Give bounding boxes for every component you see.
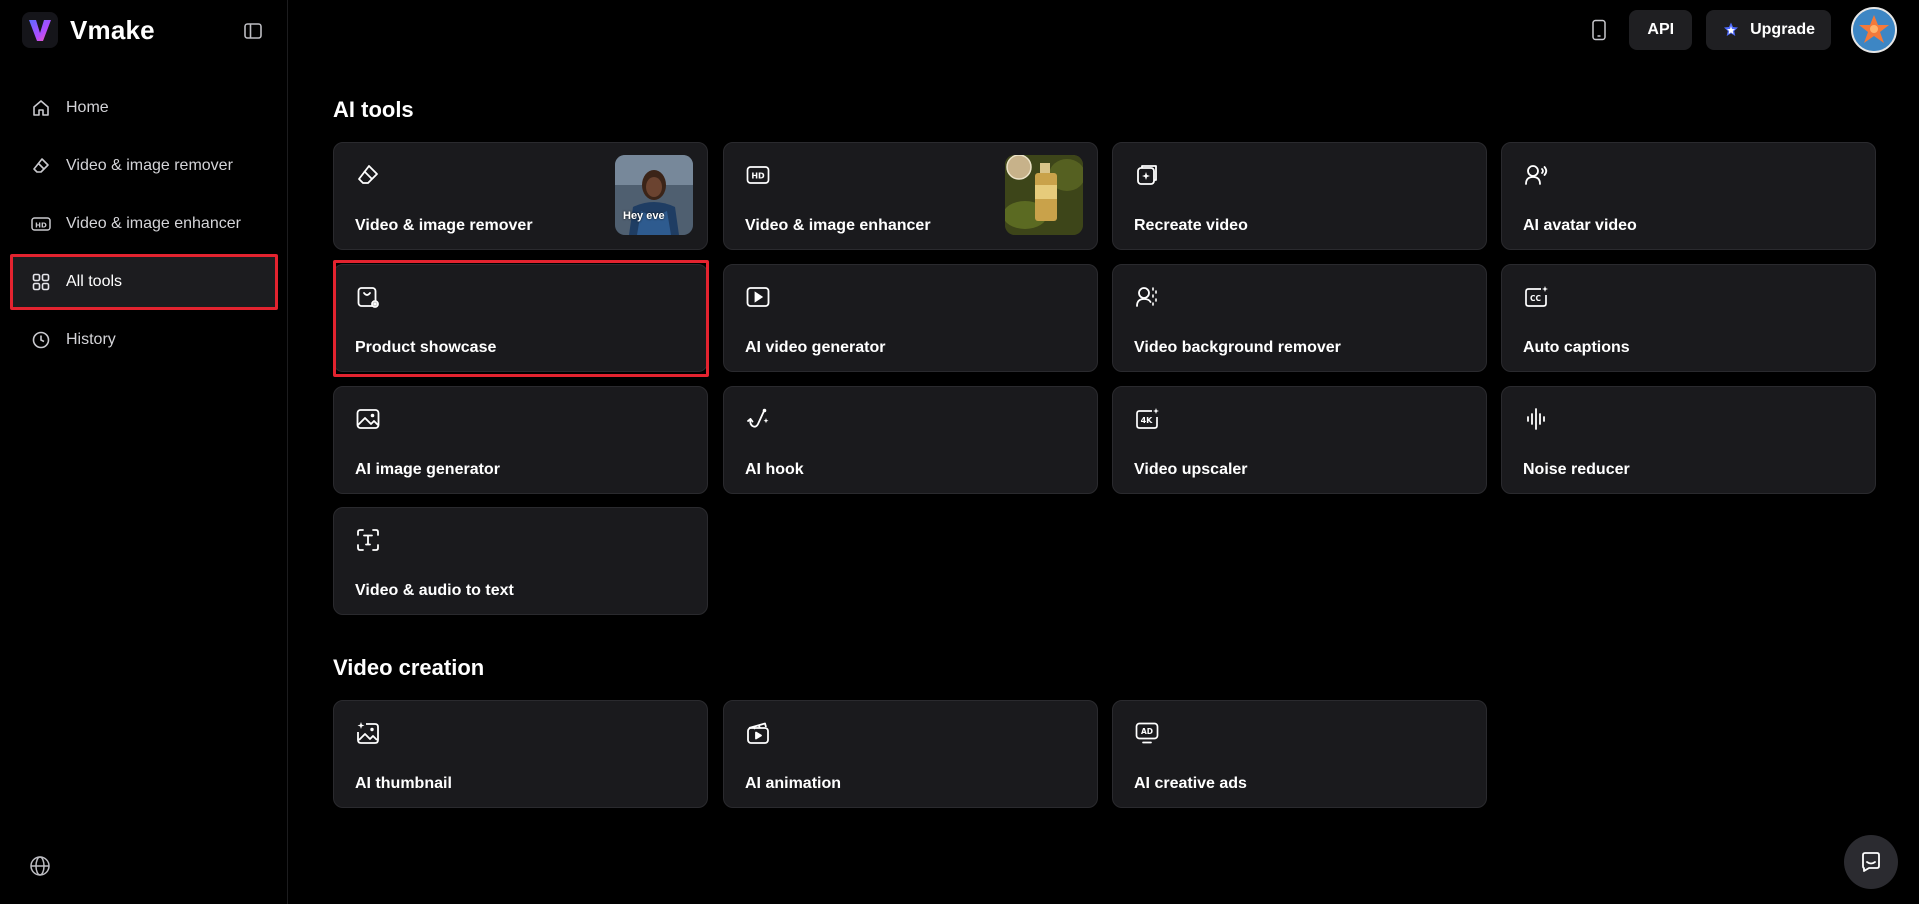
hd-icon: HD <box>744 161 772 189</box>
4k-icon: 4K <box>1133 405 1161 433</box>
tool-card-ai-thumbnail[interactable]: AI thumbnail <box>333 700 708 808</box>
tool-card-ai-avatar-video[interactable]: AI avatar video <box>1501 142 1876 250</box>
tool-card-video-upscaler[interactable]: 4K Video upscaler <box>1112 386 1487 494</box>
api-button[interactable]: API <box>1629 10 1693 50</box>
tool-card-label: AI hook <box>745 461 804 478</box>
sidebar: Vmake Home Video & image remover HD Vide… <box>0 0 288 904</box>
header-actions: API Upgrade <box>1579 7 1897 53</box>
grid-icon <box>30 271 52 293</box>
tool-card-ai-animation[interactable]: AI animation <box>723 700 1098 808</box>
hook-icon <box>744 405 772 433</box>
avatar[interactable] <box>1851 7 1897 53</box>
cc-icon: CC <box>1522 283 1550 311</box>
tool-card-video-background-remover[interactable]: Video background remover <box>1112 264 1487 372</box>
svg-text:HD: HD <box>35 221 47 229</box>
enhancer-preview-image <box>1005 155 1083 235</box>
eraser-icon <box>30 155 52 177</box>
svg-text:4K: 4K <box>1141 416 1154 425</box>
tool-card-product-showcase[interactable]: Product showcase <box>333 260 709 377</box>
upgrade-label: Upgrade <box>1750 21 1815 38</box>
vmake-logo <box>22 12 58 48</box>
upgrade-button[interactable]: Upgrade <box>1706 10 1831 50</box>
remover-preview-image: Hey eve <box>615 155 693 235</box>
upgrade-star-icon <box>1722 21 1740 39</box>
tool-card-label: AI creative ads <box>1134 775 1247 792</box>
tool-card-label: Auto captions <box>1523 339 1630 356</box>
sidebar-toggle-icon[interactable] <box>240 18 266 44</box>
sidebar-item-home[interactable]: Home <box>10 80 278 136</box>
tool-card-label: AI thumbnail <box>355 775 452 792</box>
globe-icon[interactable] <box>28 854 52 878</box>
tool-card-label: AI image generator <box>355 461 500 478</box>
sidebar-item-history[interactable]: History <box>10 312 278 368</box>
section-title-video-creation: Video creation <box>333 655 485 680</box>
section-title-ai-tools: AI tools <box>333 97 414 122</box>
mobile-app-icon[interactable] <box>1579 10 1619 50</box>
tool-card-label: AI video generator <box>745 339 886 356</box>
sidebar-item-label: All tools <box>66 273 123 290</box>
tool-card-video-audio-to-text[interactable]: Video & audio to text <box>333 507 708 615</box>
tool-card-label: Video upscaler <box>1134 461 1248 478</box>
clock-icon <box>30 329 52 351</box>
home-icon <box>30 97 52 119</box>
chat-icon <box>1859 850 1883 874</box>
tool-card-video-image-remover[interactable]: Video & image remover Hey eve <box>333 142 708 250</box>
preview-caption: Hey eve <box>623 210 665 222</box>
brand-name: Vmake <box>70 14 155 45</box>
svg-text:CC: CC <box>1530 294 1542 303</box>
person-bg-icon <box>1133 283 1161 311</box>
eraser-icon <box>354 161 382 189</box>
tool-card-ai-video-generator[interactable]: AI video generator <box>723 264 1098 372</box>
tool-card-ai-creative-ads[interactable]: AD AI creative ads <box>1112 700 1487 808</box>
tool-card-video-image-enhancer[interactable]: HD Video & image enhancer <box>723 142 1098 250</box>
svg-text:AD: AD <box>1141 727 1153 736</box>
tool-card-label: Recreate video <box>1134 217 1248 234</box>
thumbnail-icon <box>354 719 382 747</box>
ad-icon: AD <box>1133 719 1161 747</box>
avatar-voice-icon <box>1522 161 1550 189</box>
text-scan-icon <box>354 526 382 554</box>
waveform-icon <box>1522 405 1550 433</box>
tool-card-ai-hook[interactable]: AI hook <box>723 386 1098 494</box>
recreate-icon <box>1133 161 1161 189</box>
play-icon <box>744 283 772 311</box>
hd-icon: HD <box>30 213 52 235</box>
sidebar-item-label: Video & image remover <box>66 157 233 174</box>
tool-card-ai-image-generator[interactable]: AI image generator <box>333 386 708 494</box>
tool-card-label: Product showcase <box>355 339 497 356</box>
product-bag-icon <box>354 283 382 311</box>
tool-card-recreate-video[interactable]: Recreate video <box>1112 142 1487 250</box>
tool-card-label: AI avatar video <box>1523 217 1637 234</box>
tool-card-auto-captions[interactable]: CC Auto captions <box>1501 264 1876 372</box>
sidebar-item-all-tools[interactable]: All tools <box>10 254 278 310</box>
sidebar-nav: Home Video & image remover HD Video & im… <box>10 80 278 370</box>
animation-icon <box>744 719 772 747</box>
tool-card-label: Video & image remover <box>355 217 533 234</box>
tool-card-label: Video background remover <box>1134 339 1341 356</box>
tool-card-label: Video & audio to text <box>355 582 514 599</box>
chat-support-button[interactable] <box>1844 835 1898 889</box>
sidebar-item-label: Home <box>66 99 109 116</box>
sidebar-item-label: Video & image enhancer <box>66 215 241 232</box>
sidebar-item-video-image-remover[interactable]: Video & image remover <box>10 138 278 194</box>
tool-card-label: Noise reducer <box>1523 461 1630 478</box>
svg-text:HD: HD <box>751 172 765 181</box>
sidebar-item-label: History <box>66 331 116 348</box>
tool-card-label: AI animation <box>745 775 842 792</box>
tool-card-label: Video & image enhancer <box>745 217 931 234</box>
tool-card-noise-reducer[interactable]: Noise reducer <box>1501 386 1876 494</box>
brand[interactable]: Vmake <box>22 12 155 48</box>
sidebar-item-video-image-enhancer[interactable]: HD Video & image enhancer <box>10 196 278 252</box>
image-icon <box>354 405 382 433</box>
